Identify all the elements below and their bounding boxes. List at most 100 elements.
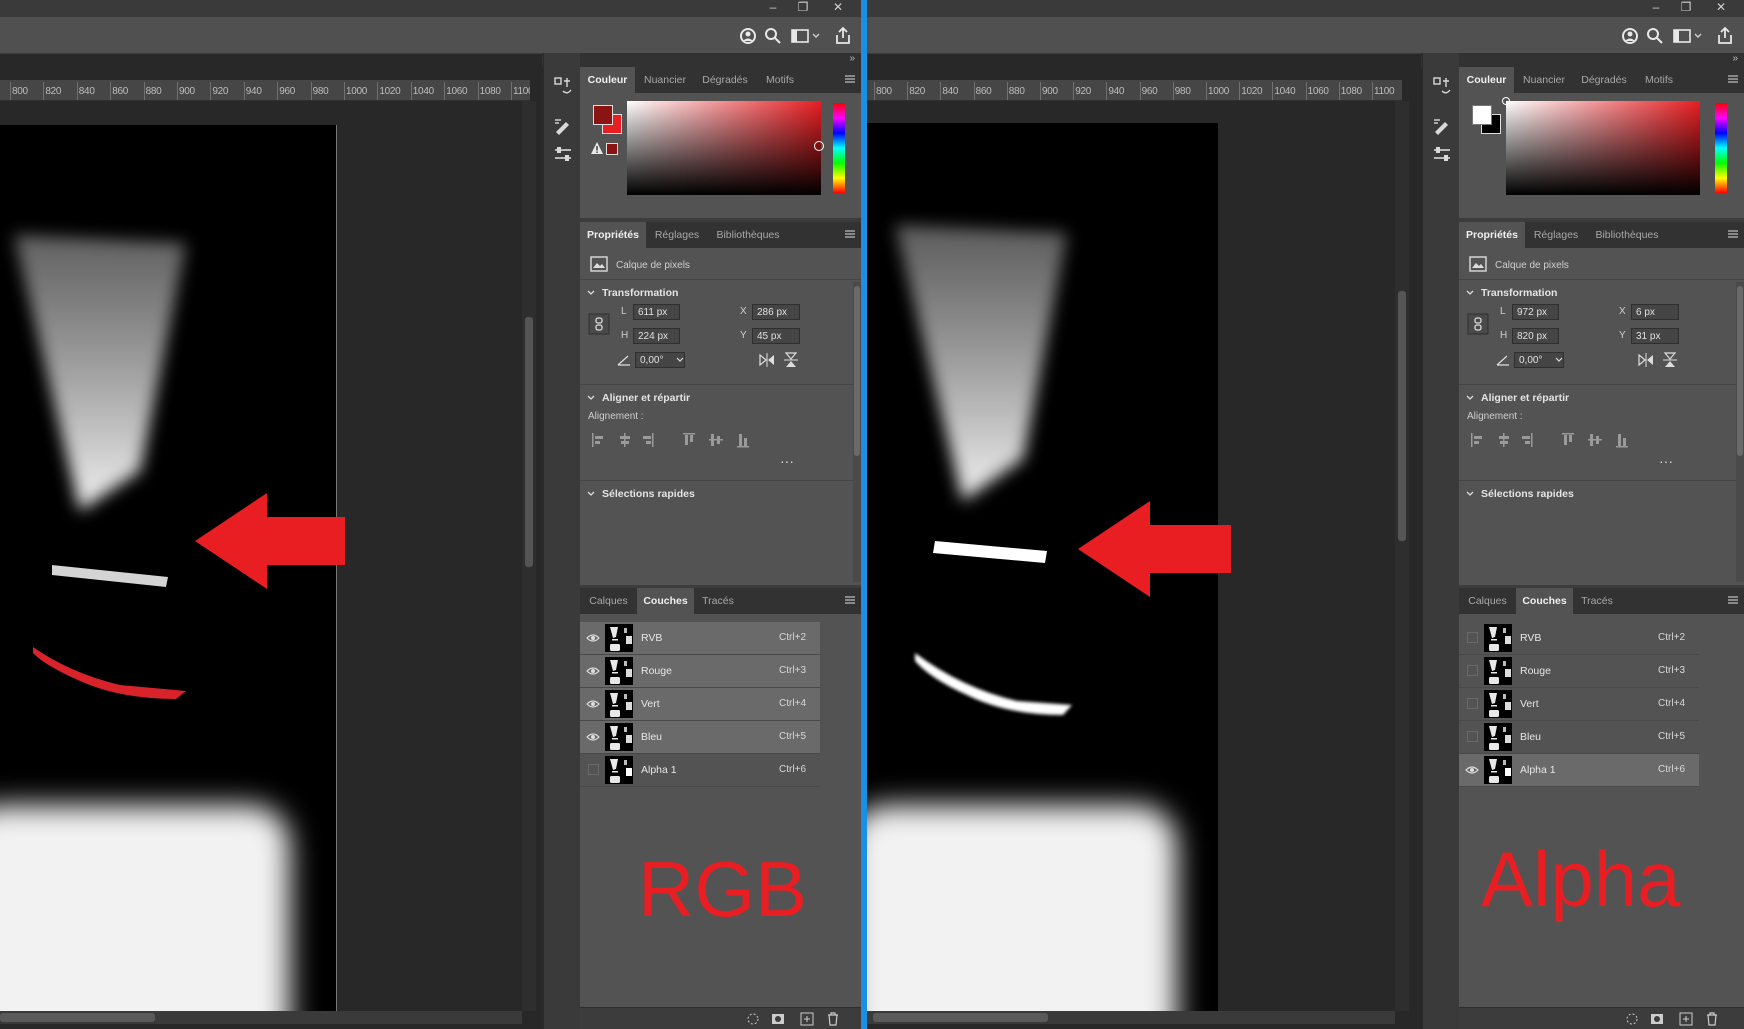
workspace-icon[interactable] bbox=[790, 26, 810, 46]
tab-couleur[interactable]: Couleur bbox=[1459, 67, 1514, 93]
x-field[interactable]: 286 px bbox=[752, 304, 800, 320]
restore-icon[interactable]: ❐ bbox=[790, 0, 816, 17]
channel-row[interactable]: RVB Ctrl+2 bbox=[580, 622, 820, 655]
more-options-icon[interactable]: ··· bbox=[1659, 453, 1673, 469]
x-field[interactable]: 6 px bbox=[1631, 304, 1679, 320]
share-icon[interactable] bbox=[1715, 26, 1735, 46]
panel-menu-icon[interactable] bbox=[845, 595, 855, 605]
channel-row[interactable]: Bleu Ctrl+5 bbox=[580, 721, 820, 754]
properties-scrollbar[interactable] bbox=[1736, 282, 1744, 582]
new-channel-icon[interactable] bbox=[800, 1012, 814, 1026]
restore-icon[interactable]: ❐ bbox=[1673, 0, 1699, 17]
tab-traces[interactable]: Tracés bbox=[694, 588, 742, 614]
panel-menu-icon[interactable] bbox=[1728, 595, 1738, 605]
tab-reglages[interactable]: Réglages bbox=[1525, 222, 1587, 248]
width-field[interactable]: 611 px bbox=[633, 304, 680, 320]
close-icon[interactable]: ✕ bbox=[825, 0, 851, 17]
height-field[interactable]: 224 px bbox=[633, 328, 680, 344]
foreground-color-swatch-top[interactable] bbox=[593, 105, 613, 125]
eye-icon[interactable] bbox=[586, 730, 600, 744]
channel-row[interactable]: RVB Ctrl+2 bbox=[1459, 622, 1699, 655]
width-field[interactable]: 972 px bbox=[1512, 304, 1559, 320]
y-field[interactable]: 45 px bbox=[752, 328, 800, 344]
tab-motifs[interactable]: Motifs bbox=[755, 67, 805, 93]
flip-vertical-icon[interactable] bbox=[1663, 352, 1677, 368]
chevron-down-icon[interactable] bbox=[1465, 393, 1475, 403]
hue-slider[interactable] bbox=[833, 103, 845, 193]
tab-couleur[interactable]: Couleur bbox=[580, 67, 635, 93]
channel-row[interactable]: Vert Ctrl+4 bbox=[580, 688, 820, 721]
chevron-down-icon[interactable] bbox=[1465, 489, 1475, 499]
tab-bibliotheques[interactable]: Bibliothèques bbox=[708, 222, 788, 248]
gamut-swatch[interactable] bbox=[606, 143, 618, 155]
color-picker-field[interactable] bbox=[627, 101, 821, 195]
vertical-scrollbar[interactable] bbox=[522, 101, 536, 1011]
channel-row[interactable]: Alpha 1 Ctrl+6 bbox=[1459, 754, 1699, 787]
adjustments-icon[interactable] bbox=[1431, 143, 1453, 165]
eye-icon[interactable] bbox=[1465, 763, 1479, 777]
tab-calques[interactable]: Calques bbox=[580, 588, 637, 614]
channel-row[interactable]: Rouge Ctrl+3 bbox=[580, 655, 820, 688]
height-field[interactable]: 820 px bbox=[1512, 328, 1559, 344]
chevron-down-icon[interactable] bbox=[586, 489, 596, 499]
chevron-down-icon[interactable] bbox=[811, 26, 821, 46]
chevron-down-icon[interactable] bbox=[676, 356, 684, 364]
search-icon[interactable] bbox=[763, 26, 783, 46]
flip-horizontal-icon[interactable] bbox=[1638, 353, 1654, 367]
share-icon[interactable] bbox=[833, 26, 853, 46]
flip-vertical-icon[interactable] bbox=[784, 352, 798, 368]
trash-icon[interactable] bbox=[1705, 1012, 1719, 1026]
hue-slider[interactable] bbox=[1715, 103, 1727, 193]
scroll-thumb[interactable] bbox=[525, 317, 533, 567]
chevron-down-icon[interactable] bbox=[1555, 356, 1563, 364]
color-picker-cursor[interactable] bbox=[814, 141, 824, 151]
chevron-down-icon[interactable] bbox=[586, 288, 596, 298]
more-options-icon[interactable]: ··· bbox=[780, 453, 794, 469]
minimize-icon[interactable]: – bbox=[760, 0, 786, 17]
adjustments-icon[interactable] bbox=[552, 143, 574, 165]
horizontal-scrollbar[interactable] bbox=[867, 1011, 1395, 1024]
search-icon[interactable] bbox=[1645, 26, 1665, 46]
tab-proprietes[interactable]: Propriétés bbox=[1459, 222, 1525, 248]
panel-menu-icon[interactable] bbox=[1728, 229, 1738, 239]
scroll-thumb[interactable] bbox=[1398, 291, 1406, 541]
save-selection-icon[interactable] bbox=[1650, 1012, 1664, 1026]
tab-proprietes[interactable]: Propriétés bbox=[580, 222, 646, 248]
transformation-title[interactable]: Transformation bbox=[602, 287, 678, 299]
tab-traces[interactable]: Tracés bbox=[1573, 588, 1621, 614]
tab-motifs[interactable]: Motifs bbox=[1634, 67, 1684, 93]
channel-row[interactable]: Alpha 1 Ctrl+6 bbox=[580, 754, 820, 787]
color-picker-field[interactable] bbox=[1506, 101, 1700, 195]
save-selection-icon[interactable] bbox=[771, 1012, 785, 1026]
channel-row[interactable]: Vert Ctrl+4 bbox=[1459, 688, 1699, 721]
link-icon[interactable] bbox=[1467, 313, 1489, 335]
load-selection-icon[interactable] bbox=[746, 1012, 760, 1026]
chevron-down-icon[interactable] bbox=[1465, 288, 1475, 298]
visibility-toggle[interactable] bbox=[1467, 665, 1478, 676]
color-picker-cursor[interactable] bbox=[1502, 97, 1510, 105]
tab-nuancier[interactable]: Nuancier bbox=[1514, 67, 1574, 93]
trash-icon[interactable] bbox=[826, 1012, 840, 1026]
align-buttons[interactable] bbox=[592, 432, 782, 448]
tab-degrades[interactable]: Dégradés bbox=[695, 67, 755, 93]
visibility-toggle[interactable] bbox=[1467, 698, 1478, 709]
close-icon[interactable]: ✕ bbox=[1708, 0, 1734, 17]
flip-horizontal-icon[interactable] bbox=[759, 353, 775, 367]
tab-reglages[interactable]: Réglages bbox=[646, 222, 708, 248]
eye-icon[interactable] bbox=[586, 664, 600, 678]
transformation-title[interactable]: Transformation bbox=[1481, 287, 1557, 299]
panel-menu-icon[interactable] bbox=[1728, 74, 1738, 84]
properties-scrollbar[interactable] bbox=[853, 282, 861, 582]
chevron-down-icon[interactable] bbox=[1693, 26, 1703, 46]
history-icon[interactable] bbox=[1431, 75, 1453, 97]
visibility-toggle[interactable] bbox=[1467, 632, 1478, 643]
scroll-thumb[interactable] bbox=[0, 1013, 155, 1022]
brush-settings-icon[interactable] bbox=[552, 115, 574, 137]
history-icon[interactable] bbox=[552, 75, 574, 97]
quick-selections-title[interactable]: Sélections rapides bbox=[602, 488, 695, 500]
tab-bibliotheques[interactable]: Bibliothèques bbox=[1587, 222, 1667, 248]
brush-settings-icon[interactable] bbox=[1431, 115, 1453, 137]
foreground-color-swatch[interactable] bbox=[1472, 105, 1492, 125]
align-title[interactable]: Aligner et répartir bbox=[1481, 392, 1569, 404]
visibility-toggle[interactable] bbox=[588, 764, 599, 775]
